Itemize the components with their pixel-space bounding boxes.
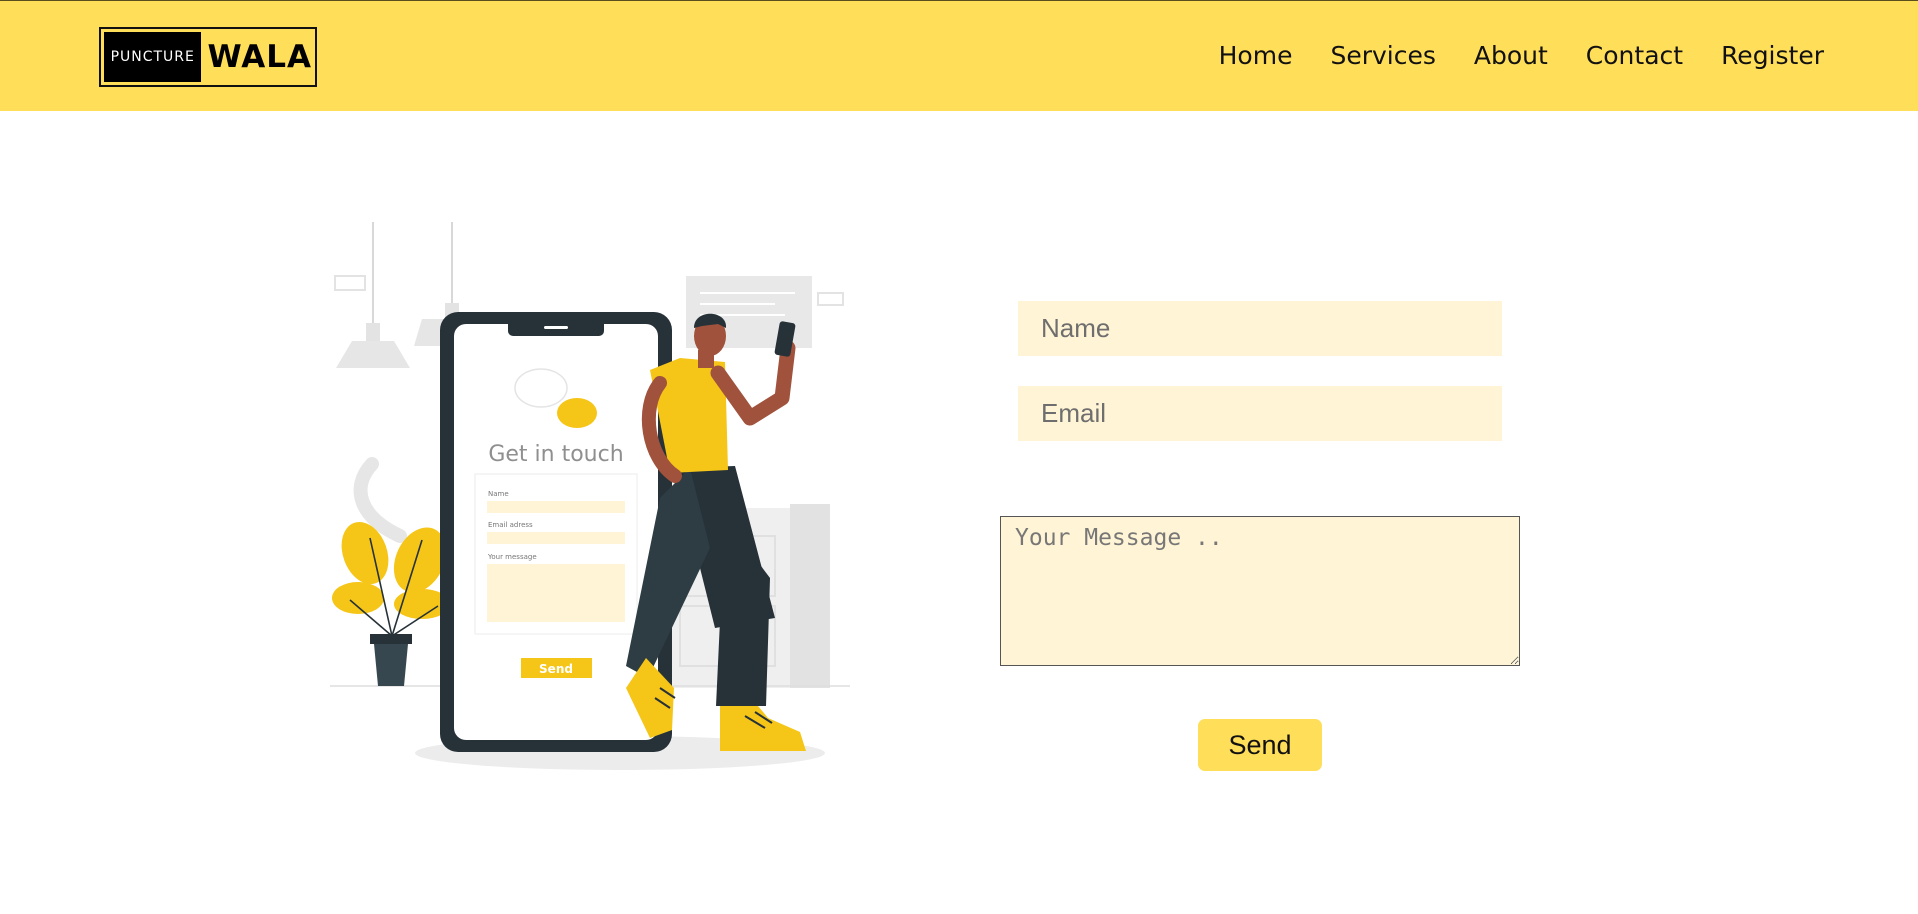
nav-home-link[interactable]: Home bbox=[1219, 39, 1293, 73]
main-nav: Home Services About Contact Register bbox=[1219, 39, 1824, 73]
message-textarea[interactable] bbox=[1000, 516, 1520, 666]
wall-frame bbox=[334, 275, 366, 291]
send-button[interactable]: Send bbox=[1198, 719, 1322, 771]
brand-logo-wala: WALA bbox=[207, 39, 312, 75]
illus-name-label: Name bbox=[488, 490, 509, 498]
contact-illustration: Get in touch Name Email adress Your mess… bbox=[330, 222, 850, 770]
plant-icon bbox=[332, 522, 450, 686]
chat-bubble-icon bbox=[557, 398, 597, 428]
illus-send-button: Send bbox=[539, 662, 573, 676]
nav-contact-link[interactable]: Contact bbox=[1586, 39, 1683, 73]
illus-email-label: Email adress bbox=[488, 521, 533, 529]
name-field[interactable] bbox=[1018, 301, 1502, 356]
illus-message-label: Your message bbox=[487, 553, 537, 561]
nav-services-link[interactable]: Services bbox=[1330, 39, 1435, 73]
wall-frame bbox=[817, 292, 844, 306]
pendant-lamp-icon bbox=[336, 222, 410, 368]
nav-register-link[interactable]: Register bbox=[1721, 39, 1824, 73]
illus-heading: Get in touch bbox=[488, 442, 623, 467]
brand-logo-puncture: PUNCTURE bbox=[104, 32, 202, 82]
nav-about-link[interactable]: About bbox=[1474, 39, 1548, 73]
brand-logo[interactable]: PUNCTURE WALA bbox=[99, 27, 317, 87]
email-field[interactable] bbox=[1018, 386, 1502, 441]
top-navbar: PUNCTURE WALA Home Services About Contac… bbox=[0, 0, 1918, 111]
chat-bubble-icon bbox=[514, 368, 568, 408]
